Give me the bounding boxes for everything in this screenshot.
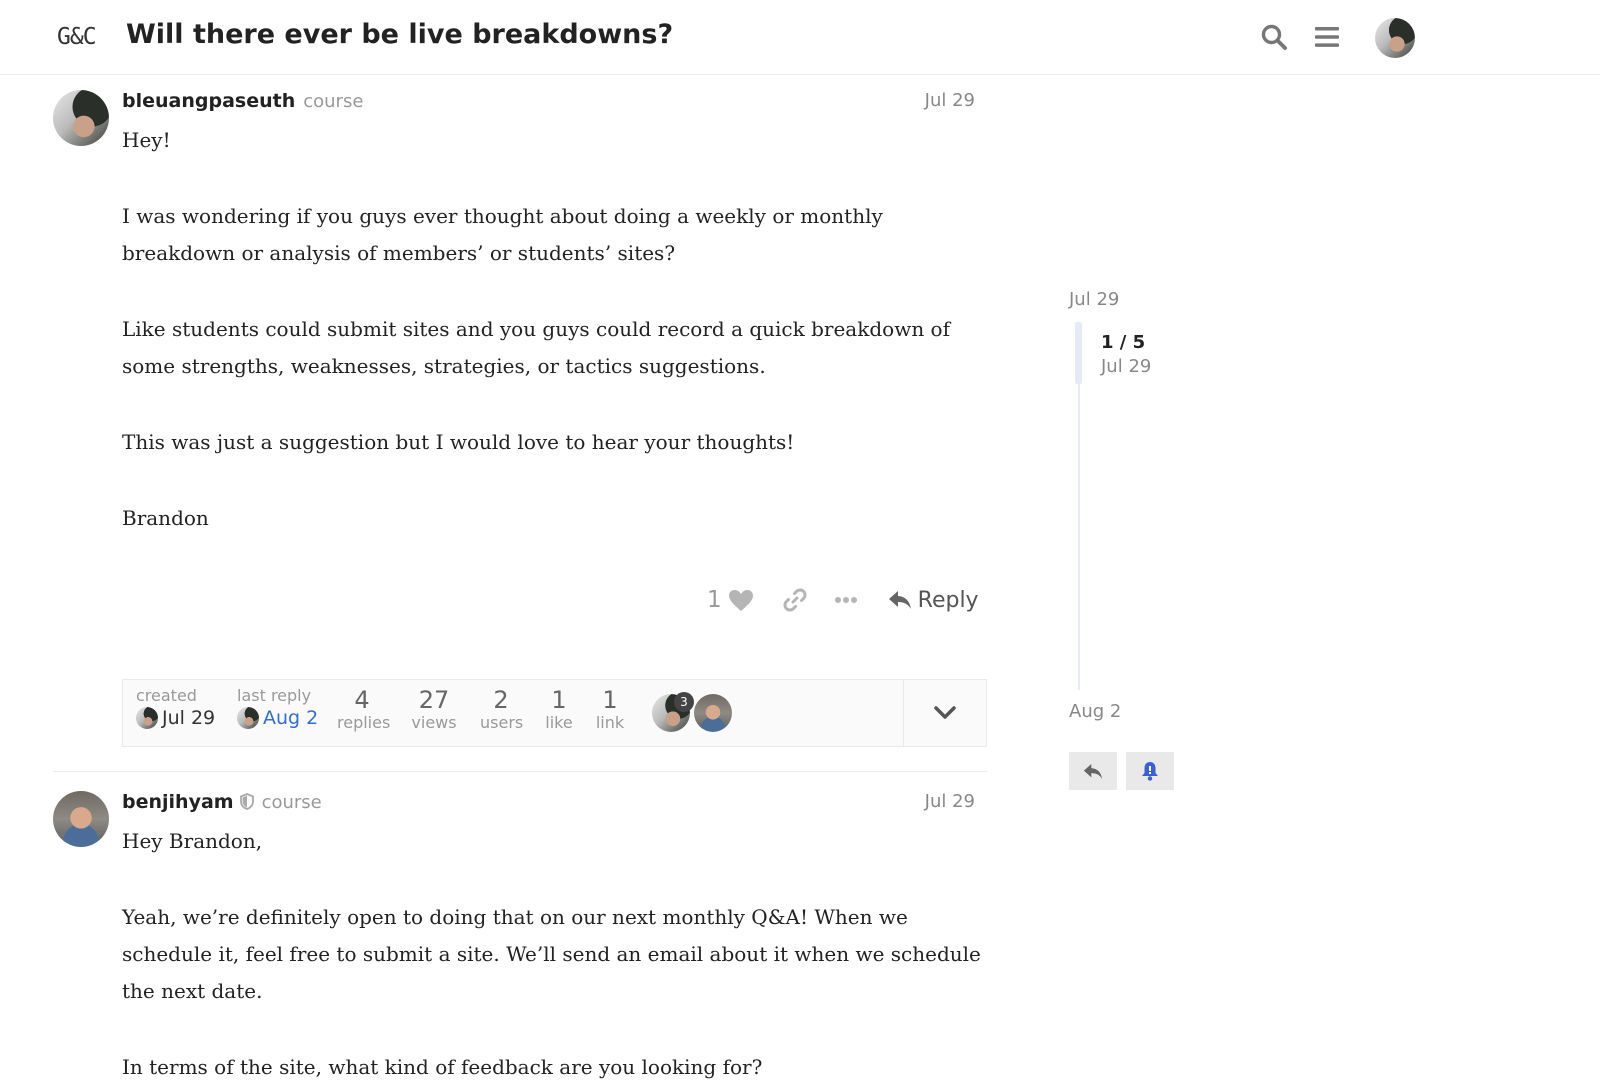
replies-stat: 4 replies bbox=[337, 686, 391, 732]
views-stat: 27 views bbox=[411, 686, 457, 732]
post-paragraph: Yeah, we’re definitely open to doing tha… bbox=[122, 905, 981, 1003]
post-paragraph: Hey! bbox=[122, 128, 171, 152]
moderator-shield-icon bbox=[239, 793, 254, 815]
last-reply-stat[interactable]: last reply Aug 2 bbox=[237, 686, 318, 729]
post-paragraph: Brandon bbox=[122, 506, 209, 530]
users-count: 2 bbox=[493, 686, 509, 714]
participant-avatar[interactable] bbox=[694, 694, 732, 732]
share-link-icon[interactable] bbox=[782, 587, 808, 613]
links-count: 1 bbox=[602, 686, 618, 714]
notification-bell-button[interactable] bbox=[1126, 752, 1174, 790]
post-content: Hey! I was wondering if you guys ever th… bbox=[122, 122, 982, 576]
post-date[interactable]: Jul 29 bbox=[925, 90, 975, 111]
avatar[interactable] bbox=[53, 90, 109, 146]
timeline-start-date[interactable]: Jul 29 bbox=[1069, 289, 1119, 310]
timeline-reply-button[interactable] bbox=[1069, 752, 1117, 790]
avatar bbox=[694, 694, 732, 732]
user-title: course bbox=[303, 91, 364, 112]
users-stat: 2 users bbox=[480, 686, 524, 732]
post-date[interactable]: Jul 29 bbox=[925, 791, 975, 812]
reply-arrow-icon bbox=[1083, 763, 1103, 779]
likes-label: like bbox=[545, 713, 573, 732]
timeline-end-date[interactable]: Aug 2 bbox=[1069, 701, 1121, 722]
participant-post-count-badge: 3 bbox=[674, 692, 694, 712]
views-count: 27 bbox=[418, 686, 450, 714]
post-content: Hey Brandon, Yeah, we’re definitely open… bbox=[122, 823, 982, 1081]
replies-count: 4 bbox=[354, 686, 370, 714]
timeline-position-date: Jul 29 bbox=[1101, 356, 1152, 377]
search-icon[interactable] bbox=[1259, 22, 1289, 52]
timeline-position: 1 / 5 bbox=[1101, 332, 1146, 353]
likes-stat: 1 like bbox=[543, 686, 575, 732]
created-stat[interactable]: created Jul 29 bbox=[136, 686, 215, 729]
topic-map: created Jul 29 last reply Aug 2 4 replie… bbox=[122, 679, 987, 747]
reply-button[interactable]: Reply bbox=[888, 588, 979, 613]
likes-count: 1 bbox=[551, 686, 567, 714]
created-label: created bbox=[136, 686, 197, 705]
avatar bbox=[237, 707, 259, 729]
last-reply-date: Aug 2 bbox=[263, 707, 319, 729]
avatar[interactable] bbox=[53, 791, 109, 847]
topic-title[interactable]: Will there ever be live breakdowns? bbox=[126, 19, 673, 50]
post-paragraph: I was wondering if you guys ever thought… bbox=[122, 204, 883, 265]
users-label: users bbox=[480, 713, 524, 732]
post-header: bleuangpaseuth course Jul 29 bbox=[122, 90, 975, 118]
links-label: link bbox=[595, 713, 625, 732]
post-divider bbox=[53, 771, 988, 772]
post-2: benjihyam course Jul 29 Hey Brandon, Yeah… bbox=[53, 791, 988, 1081]
more-options-icon[interactable] bbox=[834, 596, 858, 604]
like-count[interactable]: 1 bbox=[707, 587, 722, 613]
post-paragraph: In terms of the site, what kind of feedb… bbox=[122, 1055, 763, 1079]
created-date: Jul 29 bbox=[162, 707, 216, 729]
like-heart-icon[interactable] bbox=[728, 589, 754, 612]
last-reply-label: last reply bbox=[237, 686, 312, 705]
post-paragraph: Hey Brandon, bbox=[122, 829, 263, 853]
post-username[interactable]: benjihyam bbox=[122, 791, 234, 813]
avatar bbox=[136, 707, 158, 729]
topic-map-stats: created Jul 29 last reply Aug 2 4 replie… bbox=[123, 680, 903, 746]
post-paragraph: Like students could submit sites and you… bbox=[122, 317, 950, 378]
user-title: course bbox=[261, 792, 322, 813]
current-user-avatar[interactable] bbox=[1375, 18, 1415, 58]
participant-avatar[interactable]: 3 bbox=[652, 692, 694, 732]
reply-label: Reply bbox=[917, 587, 979, 613]
post-1: bleuangpaseuth course Jul 29 Hey! I was w… bbox=[53, 90, 988, 690]
links-stat[interactable]: 1 link bbox=[594, 686, 626, 732]
post-paragraph: This was just a suggestion but I would l… bbox=[122, 430, 795, 454]
bell-icon bbox=[1142, 762, 1158, 781]
timeline-handle[interactable] bbox=[1075, 322, 1082, 384]
expand-topic-map-button[interactable] bbox=[903, 680, 986, 746]
chevron-down-icon bbox=[934, 706, 956, 719]
views-label: views bbox=[411, 713, 457, 732]
post-actions: 1 Reply bbox=[707, 587, 979, 613]
site-logo[interactable]: G&C bbox=[57, 24, 97, 50]
replies-label: replies bbox=[337, 713, 391, 732]
hamburger-menu-icon[interactable] bbox=[1312, 22, 1342, 52]
post-header: benjihyam course Jul 29 bbox=[122, 791, 975, 819]
post-username[interactable]: bleuangpaseuth bbox=[122, 90, 295, 112]
reply-arrow-icon bbox=[888, 591, 911, 609]
site-header: G&C Will there ever be live breakdowns? bbox=[0, 0, 1600, 75]
